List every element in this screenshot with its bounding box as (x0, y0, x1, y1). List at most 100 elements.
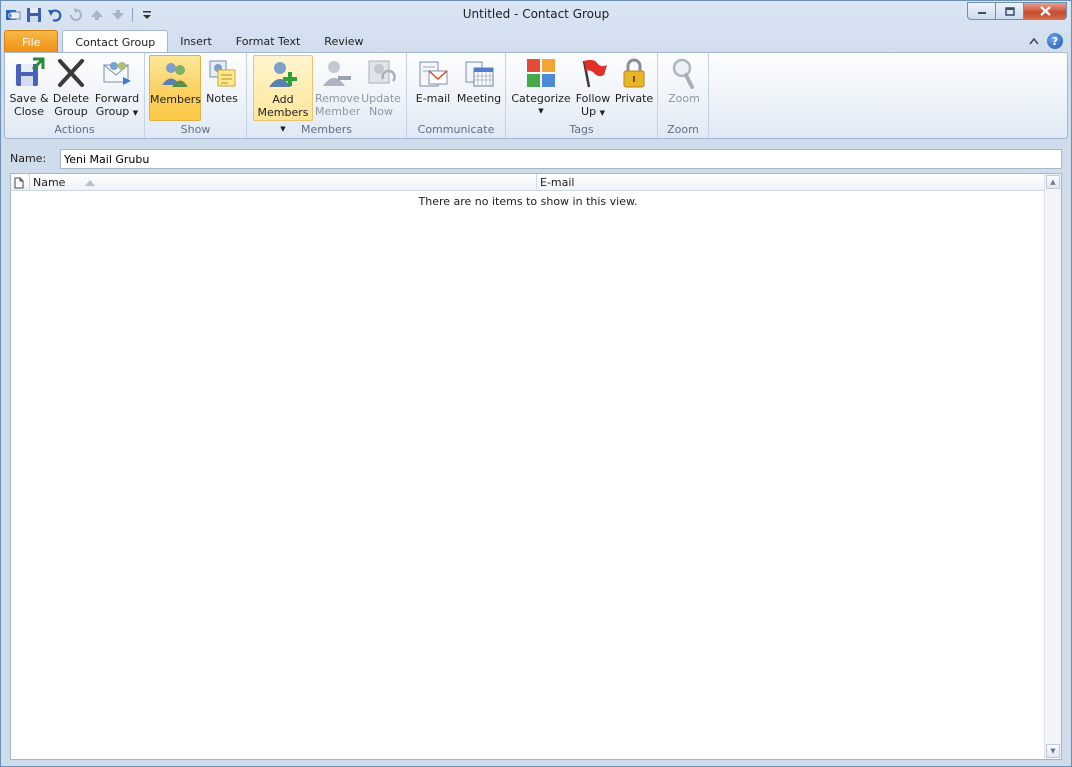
magnifier-icon (668, 57, 700, 89)
scroll-down-icon[interactable]: ▼ (1046, 744, 1060, 758)
forward-group-label-2-text: Group (95, 105, 130, 118)
categorize-label: Categorize (511, 92, 571, 105)
tab-format-text[interactable]: Format Text (224, 30, 313, 53)
members-icon (159, 58, 191, 90)
forward-group-button[interactable]: Forward Group ▼ (92, 55, 142, 121)
close-icon (1039, 6, 1051, 16)
meeting-button[interactable]: Meeting (455, 55, 503, 121)
dropdown-arrow-icon: ▼ (599, 109, 605, 117)
group-label-show: Show (180, 123, 211, 136)
delete-group-button[interactable]: Delete Group (51, 55, 91, 121)
dropdown-arrow-icon: ▼ (132, 109, 139, 117)
group-communicate: E-mail Meeting Communicate (407, 53, 506, 138)
remove-member-label-1: Remove (315, 92, 360, 105)
forward-group-label-2: Group ▼ (92, 105, 142, 120)
add-member-icon (267, 58, 299, 90)
minimize-button[interactable] (967, 2, 995, 20)
sort-ascending-icon (85, 179, 96, 186)
add-members-label-1: Add (272, 93, 294, 106)
remove-member-label-2: Member (315, 105, 361, 118)
window-controls (967, 2, 1067, 20)
flag-icon (577, 57, 609, 89)
private-label: Private (614, 92, 654, 105)
title-bar: O Untitled - Contact Group (1, 1, 1071, 29)
remove-member-icon (321, 57, 353, 89)
remove-member-button[interactable]: Remove Member (315, 55, 361, 121)
ribbon: Save & Close Delete Group Forward Group … (4, 52, 1068, 139)
list-header: Name E-mail (11, 174, 1045, 191)
save-close-label-1: Save & (9, 92, 49, 105)
minimize-ribbon-icon[interactable] (1029, 37, 1039, 45)
name-label: Name: (10, 152, 47, 165)
tab-insert[interactable]: Insert (168, 30, 224, 53)
dropdown-arrow-icon: ▼ (538, 107, 544, 115)
add-members-label-2-text: Members (257, 106, 309, 119)
minimize-icon (977, 12, 986, 14)
categorize-button[interactable]: Categorize ▼ (510, 55, 572, 121)
column-header-email[interactable]: E-mail (536, 174, 1045, 191)
notes-icon (206, 57, 238, 89)
categorize-icon (525, 57, 557, 89)
update-now-icon (365, 57, 397, 89)
update-now-label-2: Now (369, 105, 393, 118)
forward-group-label-1: Forward (94, 92, 140, 105)
members-view-label: Members (150, 93, 201, 106)
vertical-scrollbar[interactable]: ▲ ▼ (1044, 174, 1061, 759)
save-close-label-2: Close (14, 105, 44, 118)
maximize-icon (1004, 6, 1015, 16)
update-now-label-1: Update (361, 92, 401, 105)
group-tags: Categorize ▼ Follow Up ▼ Private Tags (506, 53, 658, 138)
group-label-actions: Actions (54, 123, 95, 136)
close-button[interactable] (1023, 2, 1067, 20)
group-label-communicate: Communicate (417, 123, 495, 136)
contact-group-window: O Untitled - Contact Group File Contact … (0, 0, 1072, 767)
follow-up-label-1: Follow (575, 92, 611, 105)
notes-button[interactable]: Notes (203, 55, 241, 121)
help-icon[interactable]: ? (1047, 33, 1063, 49)
update-now-button[interactable]: Update Now (359, 55, 403, 121)
follow-up-label-2: Up ▼ (574, 105, 612, 120)
meeting-label: Meeting (456, 92, 502, 105)
zoom-button[interactable]: Zoom (664, 55, 704, 121)
maximize-button[interactable] (995, 2, 1023, 20)
forward-group-icon (101, 57, 133, 89)
group-actions: Save & Close Delete Group Forward Group … (5, 53, 145, 138)
private-button[interactable]: Private (614, 55, 654, 121)
meeting-icon (463, 57, 495, 89)
scroll-up-icon[interactable]: ▲ (1046, 175, 1060, 189)
tab-file[interactable]: File (4, 30, 59, 53)
email-label: E-mail (415, 92, 451, 105)
help-area: ? (1029, 33, 1063, 49)
tab-review[interactable]: Review (312, 30, 375, 53)
group-label-zoom: Zoom (667, 123, 699, 136)
lock-icon (618, 57, 650, 89)
zoom-label: Zoom (668, 92, 700, 105)
group-members: Add Members ▼ Remove Member Update Now M… (247, 53, 407, 138)
email-icon (417, 57, 449, 89)
ribbon-tabs: File Contact Group Insert Format Text Re… (4, 29, 376, 53)
add-members-button[interactable]: Add Members ▼ (253, 55, 313, 133)
delete-icon (55, 57, 87, 89)
follow-up-label-2-text: Up (581, 105, 597, 118)
group-zoom: Zoom Zoom (658, 53, 709, 138)
tab-contact-group[interactable]: Contact Group (62, 30, 169, 53)
notes-label: Notes (206, 92, 238, 105)
delete-group-label-2: Group (54, 105, 88, 118)
save-close-icon (13, 57, 45, 89)
group-name-input[interactable] (60, 149, 1062, 169)
column-header-email-label: E-mail (540, 176, 575, 189)
column-header-name-label: Name (33, 176, 66, 189)
members-view-button[interactable]: Members (149, 55, 201, 121)
member-list[interactable]: Name E-mail There are no items to show i… (10, 173, 1062, 760)
follow-up-button[interactable]: Follow Up ▼ (574, 55, 612, 121)
item-type-column[interactable] (14, 174, 28, 191)
group-label-members: Members (301, 123, 352, 136)
page-icon (14, 177, 24, 188)
email-button[interactable]: E-mail (413, 55, 453, 121)
name-row: Name: (10, 149, 1062, 169)
delete-group-label-1: Delete (52, 92, 90, 105)
empty-list-message: There are no items to show in this view. (418, 195, 638, 208)
group-show: Members Notes Show (145, 53, 247, 138)
column-header-name[interactable]: Name (29, 174, 535, 191)
save-close-button[interactable]: Save & Close (8, 55, 50, 121)
